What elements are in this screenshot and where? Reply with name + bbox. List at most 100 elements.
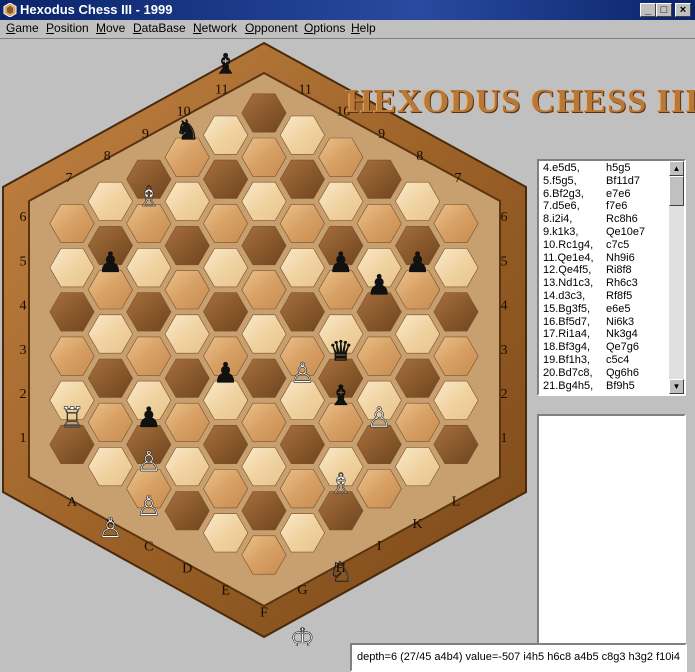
engine-status-text: depth=6 (27/45 a4b4) value=-507 i4h5 h6c… [357,651,680,663]
move-row[interactable]: 18.Bf3g4, Qe7g6 [541,341,669,354]
black-knight-piece[interactable]: ♞ [174,113,200,147]
rank-label: 2 [20,387,27,402]
white-move: 5.f5g5, [543,174,577,187]
rank-label: 11 [298,82,311,97]
black-queen-piece[interactable]: ♛ [328,334,353,368]
menu-database[interactable]: DataBase [133,21,186,35]
black-move: Rc8h6 [606,213,638,226]
file-label: A [67,495,78,510]
rank-label: 7 [66,171,73,186]
maximize-button[interactable]: □ [656,3,672,17]
black-pawn-piece[interactable]: ♟ [405,246,430,279]
black-pawn-piece[interactable]: ♟ [328,246,353,279]
scroll-thumb[interactable] [669,176,684,206]
black-move: c5c4 [606,353,630,366]
rank-label: 8 [416,149,423,164]
rank-label: 9 [142,127,149,142]
black-bishop-piece[interactable]: ♝ [328,379,353,412]
menu-network[interactable]: Network [193,21,237,35]
move-row[interactable]: 10.Rc1g4, c7c5 [541,239,669,252]
black-pawn-piece[interactable]: ♟ [98,246,123,279]
minimize-button[interactable]: _ [640,3,656,17]
white-move: 13.Nd1c3, [543,277,594,290]
black-move: Qg6h6 [606,366,640,379]
menu-position[interactable]: Position [46,21,89,35]
black-pawn-piece[interactable]: ♟ [213,357,238,390]
title-bar[interactable]: Hexodus Chess III - 1999 _ □ × [0,0,695,20]
move-row[interactable]: 12.Qe4f5, Ri8f8 [541,264,669,277]
rank-label: 5 [501,254,508,269]
black-move: c7c5 [606,238,630,251]
scroll-down-button[interactable]: ▼ [669,379,684,394]
file-label: E [221,584,230,599]
black-move: Qe7g6 [606,341,640,354]
black-pawn-piece[interactable]: ♟ [136,401,161,434]
white-move: 21.Bg4h5, [543,379,594,392]
black-move: Bf11d7 [606,174,641,187]
scroll-up-button[interactable]: ▲ [669,161,684,176]
move-row[interactable]: 9.k1k3, Qe10e7 [541,226,669,239]
move-list-scrollbar[interactable]: ▲ ▼ [669,161,684,394]
move-row[interactable]: 16.Bf5d7, Ni6k3 [541,316,669,329]
white-knight-piece[interactable]: ♘ [328,555,354,589]
white-pawn-piece[interactable]: ♙ [98,511,124,545]
rank-label: 4 [501,299,508,314]
white-pawn-piece[interactable]: ♙ [136,489,162,523]
file-label: D [182,562,192,577]
menu-bar: Game Position Move DataBase Network Oppo… [0,20,695,37]
rank-label: 8 [104,149,111,164]
move-row[interactable]: 6.Bf2g3, e7e6 [541,188,669,201]
white-king-piece[interactable]: ♔ [290,622,316,646]
app-logo: HEXODUS CHESS III [346,83,695,120]
menu-game[interactable]: Game [6,21,39,35]
black-move: Ni6k3 [606,315,635,328]
rank-label: 5 [20,254,27,269]
move-row[interactable]: 15.Bg3f5, e6e5 [541,303,669,316]
white-move: 8.i2i4, [543,213,573,226]
rank-label: 7 [455,171,462,186]
black-pawn-piece[interactable]: ♟ [366,268,392,301]
move-row[interactable]: 14.d3c3, Rf8f5 [541,290,669,303]
menu-help[interactable]: Help [351,21,376,35]
rank-label: 3 [501,343,508,358]
rank-label: 4 [20,299,27,314]
info-panel [537,414,686,648]
move-row[interactable]: 19.Bf1h3, c5c4 [541,354,669,367]
file-label: L [452,495,461,510]
move-row[interactable]: 4.e5d5, h5g5 [541,162,669,175]
board-area: 11223344556677889910101111ABCDEFGHIKL ♚♝… [1,41,527,646]
white-pawn-piece[interactable]: ♙ [366,401,392,435]
move-row[interactable]: 7.d5e6, f7e6 [541,200,669,213]
close-button[interactable]: × [675,3,691,17]
white-move: 11.Qe1e4, [543,251,594,264]
white-move: 4.e5d5, [543,162,580,174]
black-bishop-piece[interactable]: ♝ [213,47,238,80]
black-move: Ri8f8 [606,264,632,277]
menu-move[interactable]: Move [96,21,125,35]
move-row[interactable]: 5.f5g5, Bf11d7 [541,175,669,188]
white-move: 19.Bf1h3, [543,353,591,366]
menu-options[interactable]: Options [304,21,345,35]
move-row[interactable]: 20.Bd7c8, Qg6h6 [541,367,669,380]
client-area: 11223344556677889910101111ABCDEFGHIKL ♚♝… [0,38,695,672]
move-row[interactable]: 13.Nd1c3, Rh6c3 [541,277,669,290]
move-list[interactable]: 4.e5d5, h5g5 5.f5g5, Bf11d7 6.Bf2g3, e7e6 7.d5… [537,159,686,396]
menu-opponent[interactable]: Opponent [245,21,298,35]
app-icon [3,3,17,17]
white-move: 6.Bf2g3, [543,187,584,200]
move-row[interactable]: 17.Ri1a4, Nk3g4 [541,328,669,341]
white-rook-piece[interactable]: ♖ [59,401,85,435]
move-row[interactable]: 11.Qe1e4, Nh9i6 [541,252,669,265]
black-move: h5g5 [606,162,631,174]
white-bishop-piece[interactable]: ♗ [328,467,354,501]
file-label: I [377,539,382,554]
rank-label: 6 [20,210,27,225]
file-label: F [260,606,268,621]
white-pawn-piece[interactable]: ♙ [136,445,162,479]
white-move: 12.Qe4f5, [543,264,592,277]
move-row[interactable]: 21.Bg4h5, Bf9h5 [541,380,669,393]
rank-label: 9 [378,127,385,142]
white-pawn-piece[interactable]: ♙ [290,356,316,390]
white-bishop-piece[interactable]: ♗ [136,180,162,214]
move-row[interactable]: 8.i2i4, Rc8h6 [541,213,669,226]
